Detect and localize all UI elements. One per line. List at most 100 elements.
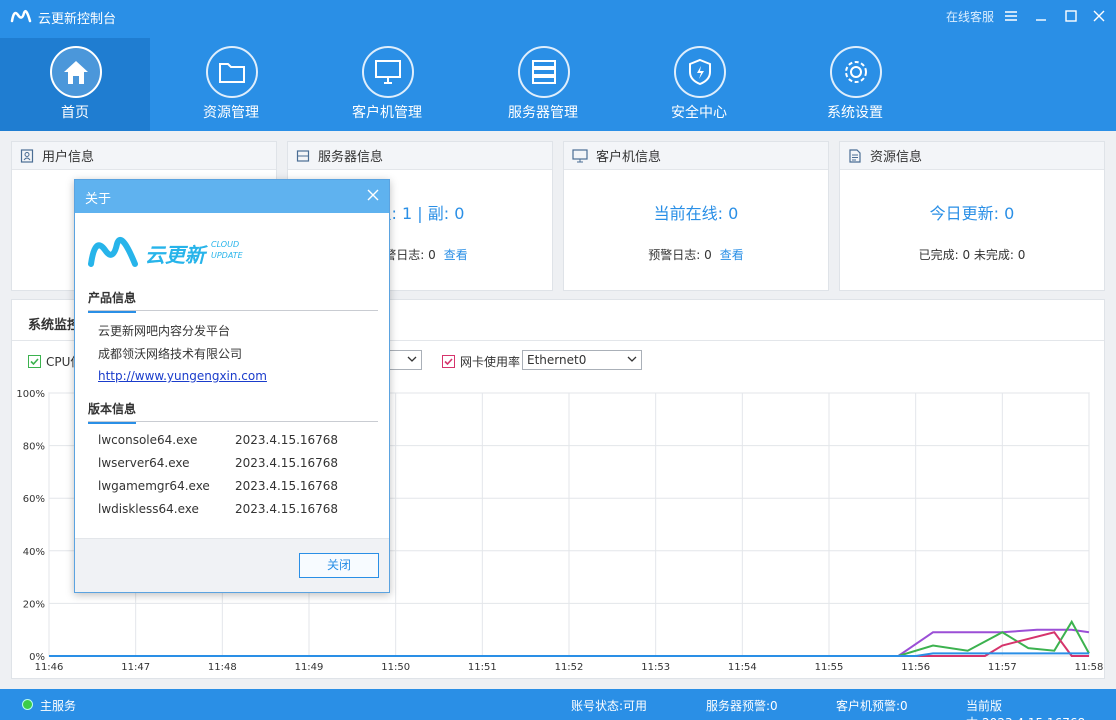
nic-usage-checkbox[interactable]: 网卡使用率 — [442, 353, 520, 370]
resource-info-title: 资源信息 — [870, 150, 923, 165]
nav-security[interactable]: 安全中心 — [624, 38, 774, 131]
x-tick-label: 11:50 — [381, 662, 410, 673]
version-info-heading: 版本信息 — [88, 400, 137, 424]
user-info-header: 用户信息 — [12, 142, 276, 170]
close-icon[interactable] — [365, 187, 381, 203]
user-card-icon — [20, 148, 34, 163]
title-bar: 云更新控制台 在线客服 — [0, 0, 1116, 32]
maximize-icon[interactable] — [1060, 5, 1082, 27]
x-tick-label: 11:56 — [901, 662, 930, 673]
client-online-count: 当前在线: 0 — [653, 204, 739, 223]
y-tick-label: 80% — [23, 442, 45, 453]
monitor-icon — [362, 46, 414, 98]
x-tick-label: 11:51 — [468, 662, 497, 673]
version-info-section: 版本信息 — [88, 398, 378, 424]
x-tick-label: 11:58 — [1075, 662, 1104, 673]
document-icon — [849, 148, 861, 163]
main-service-status: 主服务 — [40, 699, 77, 713]
nic-check-icon — [442, 355, 455, 368]
nav-security-label: 安全中心 — [671, 105, 727, 121]
service-status-icon — [22, 699, 33, 710]
server-info-header: 服务器信息 — [288, 142, 552, 170]
version-name: lwconsole64.exe — [98, 433, 198, 447]
main-nav: 首页 资源管理 客户机管理 服务器管理 安全中心 系统设置 — [0, 38, 1116, 131]
shield-icon — [674, 46, 726, 98]
nav-resources-label: 资源管理 — [203, 105, 259, 121]
nav-clients[interactable]: 客户机管理 — [312, 38, 462, 131]
server-card-icon — [296, 149, 310, 162]
brand-sub-update: UPDATE — [211, 251, 243, 260]
nav-settings[interactable]: 系统设置 — [780, 38, 930, 131]
chevron-down-icon — [627, 356, 637, 362]
resource-progress: 已完成: 0 未完成: 0 — [918, 248, 1026, 262]
server-alert-view-link[interactable]: 查看 — [444, 248, 468, 262]
monitor-title: 系统监控 — [28, 318, 81, 333]
brand-sub-cloud: CLOUD — [211, 240, 240, 249]
client-card-icon — [572, 148, 588, 162]
nav-settings-label: 系统设置 — [827, 105, 883, 121]
menu-icon[interactable] — [1000, 5, 1022, 27]
nav-resources[interactable]: 资源管理 — [156, 38, 306, 131]
about-dialog-title: 关于 — [85, 192, 112, 207]
resource-info-header: 资源信息 — [840, 142, 1104, 170]
brand-name: 云更新 — [145, 243, 205, 267]
x-tick-label: 11:47 — [121, 662, 150, 673]
nav-servers[interactable]: 服务器管理 — [468, 38, 618, 131]
x-tick-label: 11:55 — [815, 662, 844, 673]
minimize-icon[interactable] — [1030, 5, 1052, 27]
product-name: 云更新网吧内容分发平台 — [98, 324, 231, 338]
nav-home[interactable]: 首页 — [0, 38, 150, 131]
online-service-link[interactable]: 在线客服 — [946, 8, 994, 25]
about-close-button[interactable]: 关闭 — [299, 553, 379, 578]
product-info-heading: 产品信息 — [88, 289, 137, 313]
version-value: 2023.4.15.16768 — [235, 433, 339, 447]
account-status: 账号状态:可用 — [571, 699, 648, 713]
y-tick-label: 100% — [16, 389, 45, 400]
client-alert-row: 预警日志: 0 查看 — [564, 246, 828, 263]
folder-icon — [206, 46, 258, 98]
about-dialog-header: 关于 — [75, 180, 389, 213]
version-value: 2023.4.15.16768 — [235, 456, 339, 470]
y-tick-label: 60% — [23, 494, 45, 505]
nav-servers-label: 服务器管理 — [508, 105, 578, 121]
app-title: 云更新控制台 — [38, 12, 117, 27]
gear-icon — [830, 46, 882, 98]
website-link[interactable]: http://www.yungengxin.com — [98, 369, 267, 383]
cloud-update-logo-icon — [88, 237, 138, 267]
x-tick-label: 11:49 — [295, 662, 324, 673]
x-tick-label: 11:46 — [35, 662, 64, 673]
client-info-title: 客户机信息 — [596, 150, 662, 165]
client-alert-log: 预警日志: 0 — [648, 248, 712, 262]
y-tick-label: 20% — [23, 599, 45, 610]
client-info-card: 客户机信息 当前在线: 0 预警日志: 0 查看 — [563, 141, 829, 291]
x-tick-label: 11:54 — [728, 662, 757, 673]
client-alert-view-link[interactable]: 查看 — [720, 248, 744, 262]
x-tick-label: 11:48 — [208, 662, 237, 673]
version-name: lwgamemgr64.exe — [98, 479, 210, 493]
product-info-section: 产品信息 — [88, 287, 378, 313]
y-tick-label: 0% — [29, 652, 45, 663]
nic-select[interactable]: Ethernet0 — [522, 350, 642, 370]
x-tick-label: 11:52 — [555, 662, 584, 673]
company-name: 成都领沃网络技术有限公司 — [98, 347, 243, 361]
y-tick-label: 40% — [23, 547, 45, 558]
about-dialog: 关于 云更新 CLOUD UPDATE 产品信息 云更新网吧内容分发平台 成都领… — [74, 179, 390, 593]
close-icon[interactable] — [1088, 5, 1110, 27]
status-bar: 主服务 账号状态:可用 服务器预警:0 客户机预警:0 当前版本:2023.4.… — [0, 689, 1116, 720]
app-logo-icon — [10, 10, 32, 23]
version-name: lwserver64.exe — [98, 456, 190, 470]
server-info-title: 服务器信息 — [318, 150, 384, 165]
version-value: 2023.4.15.16768 — [235, 479, 339, 493]
server-alert-status: 服务器预警:0 — [706, 699, 778, 713]
version-name: lwdiskless64.exe — [98, 502, 199, 516]
chevron-down-icon — [407, 356, 417, 362]
brand-logo: 云更新 CLOUD UPDATE — [87, 230, 247, 270]
client-alert-status: 客户机预警:0 — [836, 699, 908, 713]
version-value: 2023.4.15.16768 — [235, 502, 339, 516]
x-tick-label: 11:57 — [988, 662, 1017, 673]
about-dialog-footer: 关闭 — [75, 538, 389, 592]
cpu-check-icon — [28, 355, 41, 368]
resource-info-card: 资源信息 今日更新: 0 已完成: 0 未完成: 0 — [839, 141, 1105, 291]
server-icon — [518, 46, 570, 98]
header: 云更新控制台 在线客服 首页 资源管理 客户机管理 服务器管理 安全中心 系统设… — [0, 0, 1116, 131]
